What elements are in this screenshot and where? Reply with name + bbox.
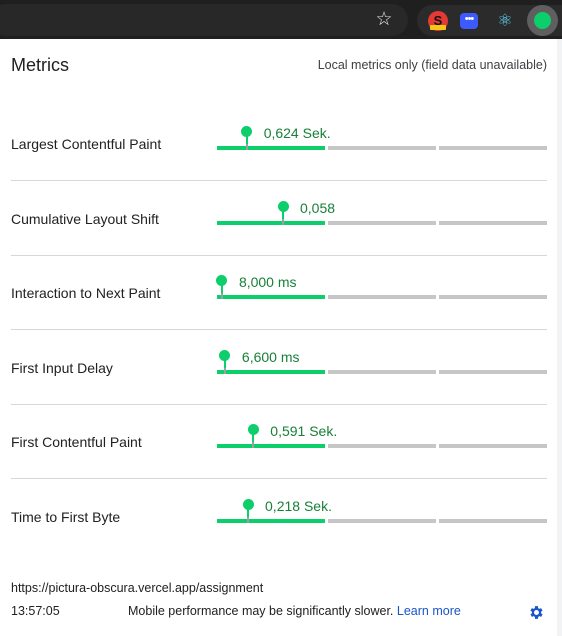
metric-row: Largest Contentful Paint 0,624 Sek.	[11, 106, 547, 181]
metric-row: First Input Delay 6,600 ms	[11, 330, 547, 405]
extensions-group: S ••• ⚛	[417, 5, 562, 36]
bar-segment-good	[217, 369, 325, 374]
s-extension-icon[interactable]: S	[428, 11, 448, 31]
metric-marker-dot	[216, 275, 228, 286]
metric-name: First Input Delay	[11, 359, 113, 376]
metric-row: Time to First Byte 0,218 Sek.	[11, 479, 547, 554]
bar-segment-good	[217, 295, 325, 299]
metric-value: 8,000 ms	[238, 274, 297, 290]
metric-distribution-bar	[217, 518, 547, 523]
settings-gear-icon[interactable]	[528, 604, 545, 621]
bar-segment-mid	[328, 518, 436, 523]
metric-name: Time to First Byte	[11, 508, 121, 525]
metric-marker-dot	[241, 126, 253, 137]
react-devtools-icon[interactable]: ⚛	[495, 11, 515, 31]
metric-value: 0,058	[300, 199, 336, 216]
bar-segment-good	[217, 220, 325, 225]
learn-more-link[interactable]: Learn more	[397, 604, 461, 618]
metric-value: 0,624 Sek.	[263, 125, 331, 141]
metric-value: 0,218 Sek.	[265, 497, 332, 514]
bar-segment-mid	[328, 295, 436, 299]
metric-distribution-bar	[217, 444, 547, 448]
metric-name: Cumulative Layout Shift	[11, 210, 159, 227]
bar-segment-poor	[439, 220, 547, 225]
metric-marker-dot	[219, 349, 231, 361]
metric-name: First Contentful Paint	[11, 434, 142, 450]
metric-marker-dot	[242, 498, 254, 510]
performance-note: Mobile performance may be significantly …	[128, 604, 461, 618]
metric-distribution-bar	[217, 220, 547, 225]
metric-value: 0,591 Sek.	[270, 423, 338, 439]
bar-segment-mid	[328, 369, 436, 374]
bar-segment-good	[217, 444, 325, 448]
metric-distribution-bar	[217, 146, 547, 150]
bar-segment-mid	[328, 146, 436, 150]
star-icon[interactable]: ☆	[372, 9, 396, 31]
metric-marker-dot	[277, 200, 289, 212]
metric-distribution-bar	[217, 369, 547, 374]
metric-name: Largest Contentful Paint	[11, 136, 162, 152]
browser-toolbar: ☆ S ••• ⚛	[0, 0, 562, 39]
bar-segment-mid	[328, 444, 436, 448]
dots-extension-icon[interactable]: •••	[460, 13, 478, 29]
scrollbar-track[interactable]	[557, 39, 562, 636]
metric-value: 6,600 ms	[241, 348, 300, 365]
bar-segment-mid	[328, 220, 436, 225]
metric-marker-dot	[247, 424, 259, 435]
timestamp: 13:57:05	[11, 604, 60, 618]
metric-row: First Contentful Paint 0,591 Sek.	[11, 404, 547, 479]
web-vitals-extension-icon[interactable]	[527, 5, 558, 36]
bar-segment-good	[217, 146, 325, 150]
page-url: https://pictura-obscura.vercel.app/assig…	[11, 581, 264, 595]
bar-segment-poor	[439, 146, 547, 150]
bar-segment-poor	[439, 295, 547, 299]
bar-segment-good	[217, 518, 325, 523]
panel-subtitle: Local metrics only (field data unavailab…	[317, 58, 547, 72]
metric-distribution-bar	[217, 295, 547, 299]
performance-note-text: Mobile performance may be significantly …	[128, 604, 394, 618]
metric-row: Cumulative Layout Shift 0,058	[11, 181, 547, 256]
address-bar[interactable]	[0, 4, 408, 36]
bar-segment-poor	[439, 518, 547, 523]
panel-title: Metrics	[11, 55, 69, 75]
metric-name: Interaction to Next Paint	[11, 285, 161, 301]
metric-row: Interaction to Next Paint 8,000 ms	[11, 255, 547, 330]
bar-segment-poor	[439, 369, 547, 374]
bar-segment-poor	[439, 444, 547, 448]
